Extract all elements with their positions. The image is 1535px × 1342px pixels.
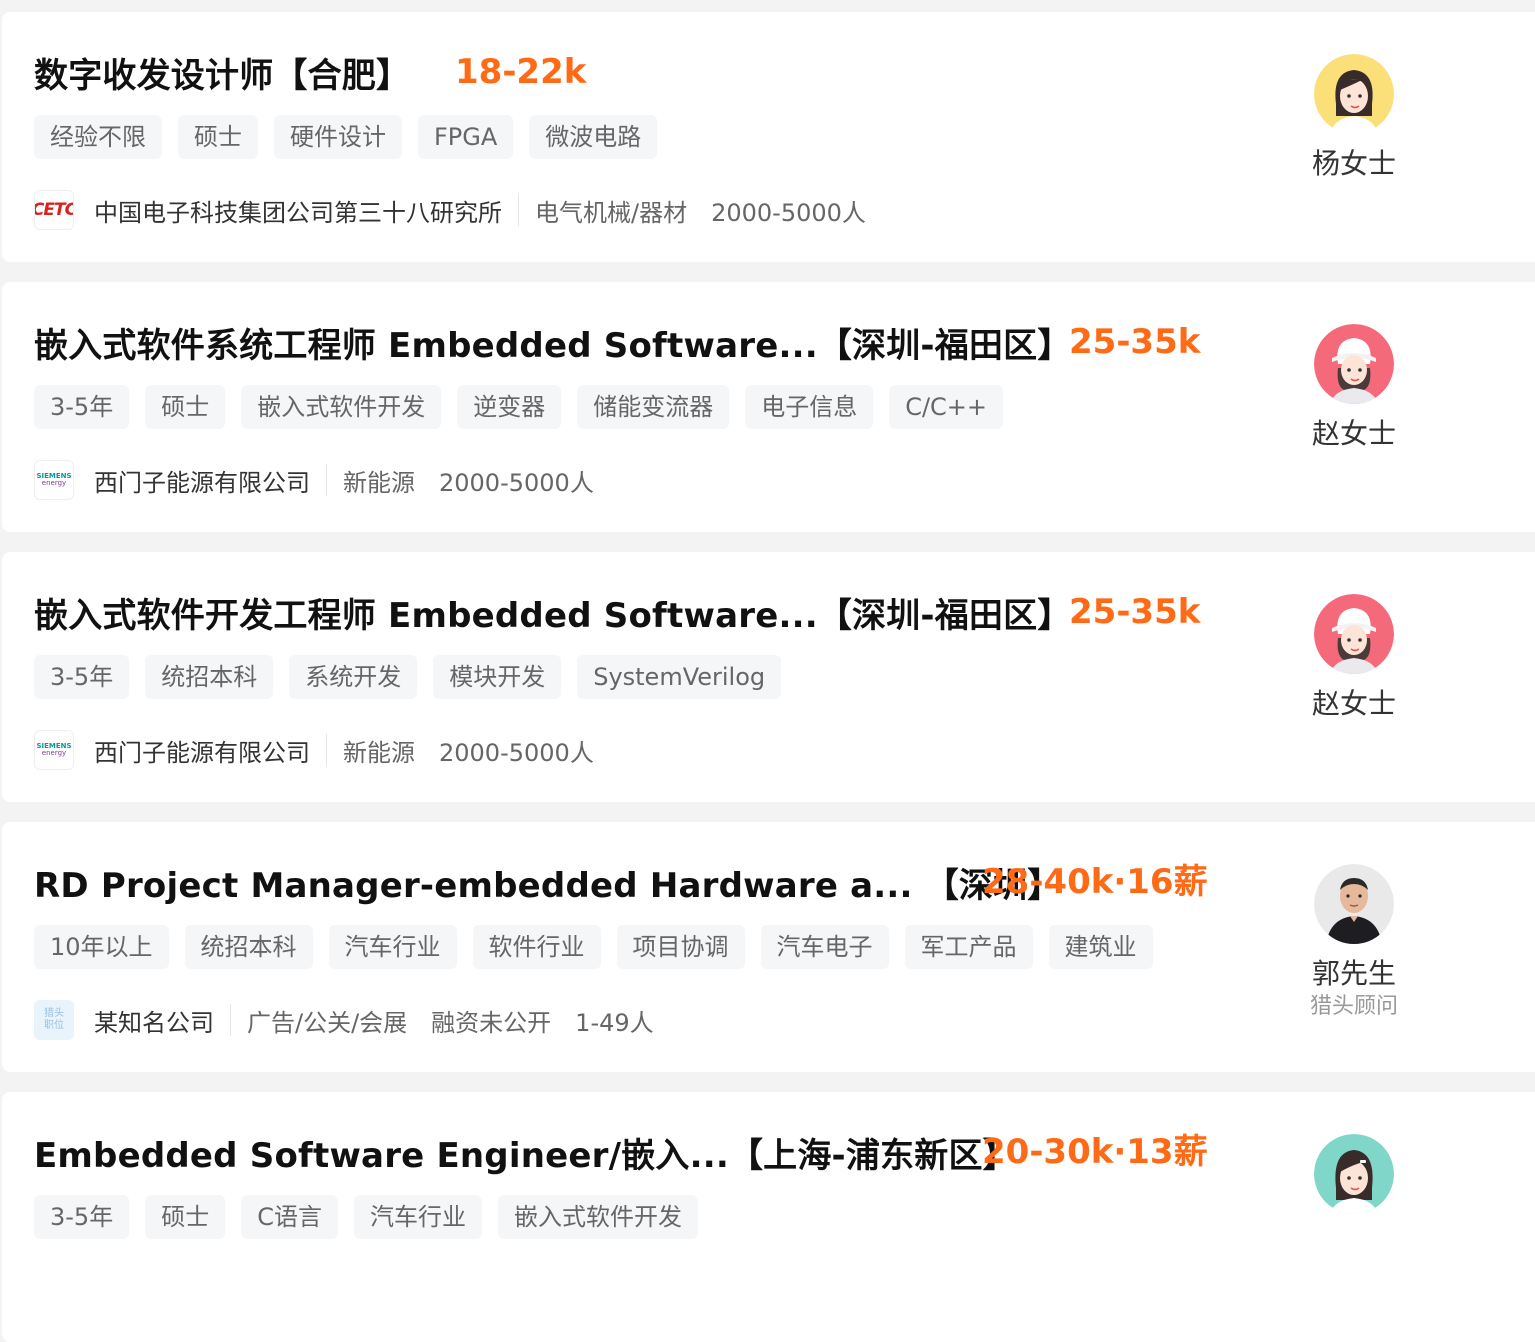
job-title[interactable]: RD Project Manager-embedded Hardware a..… (34, 858, 1062, 907)
tag: 模块开发 (433, 655, 562, 699)
company-logo: CETC (34, 190, 74, 230)
salary: 28-40k·16薪 (982, 862, 1208, 902)
company-size: 2000-5000人 (439, 468, 594, 497)
job-card[interactable]: RD Project Manager-embedded Hardware a..… (2, 822, 1535, 1072)
salary: 25-35k (1069, 322, 1201, 362)
tag: 3-5年 (34, 385, 130, 429)
tag: 3-5年 (34, 1195, 130, 1239)
female-avatar-teal-icon (1314, 1134, 1394, 1214)
job-card[interactable]: Embedded Software Engineer/嵌入...【上海-浦东新区… (2, 1092, 1535, 1342)
salary: 18-22k (455, 52, 587, 92)
tag: 统招本科 (184, 925, 313, 969)
company-info[interactable]: CETC 中国电子科技集团公司第三十八研究所 电气机械/器材 2000-5000… (34, 190, 890, 230)
company-info[interactable]: SIEMENS energy 西门子能源有限公司 新能源 2000-5000人 (34, 460, 618, 500)
job-title[interactable]: 数字收发设计师【合肥】 (34, 48, 410, 97)
tag: 建筑业 (1048, 925, 1153, 969)
company-info[interactable]: SIEMENS energy 西门子能源有限公司 新能源 2000-5000人 (34, 730, 618, 770)
job-tags: 经验不限 硕士 硬件设计 FPGA 微波电路 (34, 115, 658, 159)
company-logo: 猎头 职位 (34, 1000, 74, 1040)
salary: 25-35k (1069, 592, 1201, 632)
job-list: 数字收发设计师【合肥】 18-22k 经验不限 硕士 硬件设计 FPGA 微波电… (0, 0, 1535, 1342)
tag: 汽车电子 (760, 925, 889, 969)
tag: FPGA (418, 115, 514, 159)
tag: 项目协调 (616, 925, 745, 969)
tag: 嵌入式软件开发 (241, 385, 442, 429)
recruiter-name: 郭先生 (1311, 957, 1396, 990)
company-info[interactable]: 猎头 职位 某知名公司 广告/公关/会展 融资未公开 1-49人 (34, 1000, 678, 1040)
divider (230, 1004, 231, 1036)
tag: 汽车行业 (353, 1195, 482, 1239)
tag: 军工产品 (904, 925, 1033, 969)
company-industry: 新能源 (343, 468, 415, 497)
company-name[interactable]: 某知名公司 (94, 1003, 214, 1038)
tag: 嵌入式软件开发 (497, 1195, 698, 1239)
job-title[interactable]: 嵌入式软件系统工程师 Embedded Software...【深圳-福田区】 (34, 318, 1072, 367)
company-industry: 新能源 (343, 738, 415, 767)
recruiter-name: 赵女士 (1311, 417, 1396, 450)
job-tags: 3-5年 硕士 C语言 汽车行业 嵌入式软件开发 (34, 1195, 698, 1239)
tag: 硕士 (145, 1195, 226, 1239)
tag: 10年以上 (34, 925, 169, 969)
job-title[interactable]: 嵌入式软件开发工程师 Embedded Software...【深圳-福田区】 (34, 588, 1072, 637)
tag: 硕士 (178, 115, 258, 159)
tag: SystemVerilog (577, 655, 782, 699)
company-funding: 融资未公开 (431, 1008, 552, 1037)
job-tags: 10年以上 统招本科 汽车行业 软件行业 项目协调 汽车电子 军工产品 建筑业 (34, 925, 1153, 969)
divider (326, 734, 327, 766)
company-industry: 电气机械/器材 (535, 198, 688, 227)
recruiter[interactable] (1292, 1134, 1416, 1214)
tag: 硕士 (145, 385, 226, 429)
job-title[interactable]: Embedded Software Engineer/嵌入...【上海-浦东新区… (34, 1128, 1017, 1177)
recruiter-name: 杨女士 (1311, 147, 1396, 180)
male-avatar-photo-icon (1314, 864, 1394, 944)
female-avatar-yellow-icon (1314, 54, 1394, 134)
divider (326, 464, 327, 496)
company-name[interactable]: 中国电子科技集团公司第三十八研究所 (94, 193, 502, 228)
company-name[interactable]: 西门子能源有限公司 (94, 463, 310, 498)
tag: 软件行业 (472, 925, 601, 969)
job-card[interactable]: 嵌入式软件开发工程师 Embedded Software...【深圳-福田区】 … (2, 552, 1535, 802)
tag: 系统开发 (289, 655, 418, 699)
tag: 统招本科 (145, 655, 274, 699)
tag: 汽车行业 (328, 925, 457, 969)
recruiter[interactable]: 杨女士 (1292, 54, 1416, 182)
company-size: 2000-5000人 (711, 198, 866, 227)
recruiter-name: 赵女士 (1311, 687, 1396, 720)
tag: 储能变流器 (577, 385, 730, 429)
job-card[interactable]: 数字收发设计师【合肥】 18-22k 经验不限 硕士 硬件设计 FPGA 微波电… (2, 12, 1535, 262)
company-logo: SIEMENS energy (34, 460, 74, 500)
recruiter-role: 猎头顾问 (1309, 994, 1398, 1019)
company-size: 1-49人 (575, 1008, 654, 1037)
company-industry: 广告/公关/会展 (247, 1008, 408, 1037)
job-tags: 3-5年 硕士 嵌入式软件开发 逆变器 储能变流器 电子信息 C/C++ (34, 385, 1004, 429)
job-card[interactable]: 嵌入式软件系统工程师 Embedded Software...【深圳-福田区】 … (2, 282, 1535, 532)
tag: 逆变器 (457, 385, 562, 429)
job-tags: 3-5年 统招本科 系统开发 模块开发 SystemVerilog (34, 655, 782, 699)
company-name[interactable]: 西门子能源有限公司 (94, 733, 310, 768)
tag: 硬件设计 (274, 115, 402, 159)
recruiter[interactable]: 赵女士 (1292, 594, 1416, 722)
tag: 经验不限 (34, 115, 162, 159)
tag: 3-5年 (34, 655, 130, 699)
divider (518, 194, 519, 226)
tag: 微波电路 (529, 115, 658, 159)
company-size: 2000-5000人 (439, 738, 594, 767)
tag: C/C++ (889, 385, 1004, 429)
female-avatar-cap-icon (1314, 324, 1394, 404)
salary: 20-30k·13薪 (982, 1132, 1208, 1172)
recruiter[interactable]: 郭先生 猎头顾问 (1292, 864, 1416, 1022)
female-avatar-cap-icon (1314, 594, 1394, 674)
recruiter[interactable]: 赵女士 (1292, 324, 1416, 452)
tag: 电子信息 (745, 385, 874, 429)
company-logo: SIEMENS energy (34, 730, 74, 770)
tag: C语言 (241, 1195, 338, 1239)
